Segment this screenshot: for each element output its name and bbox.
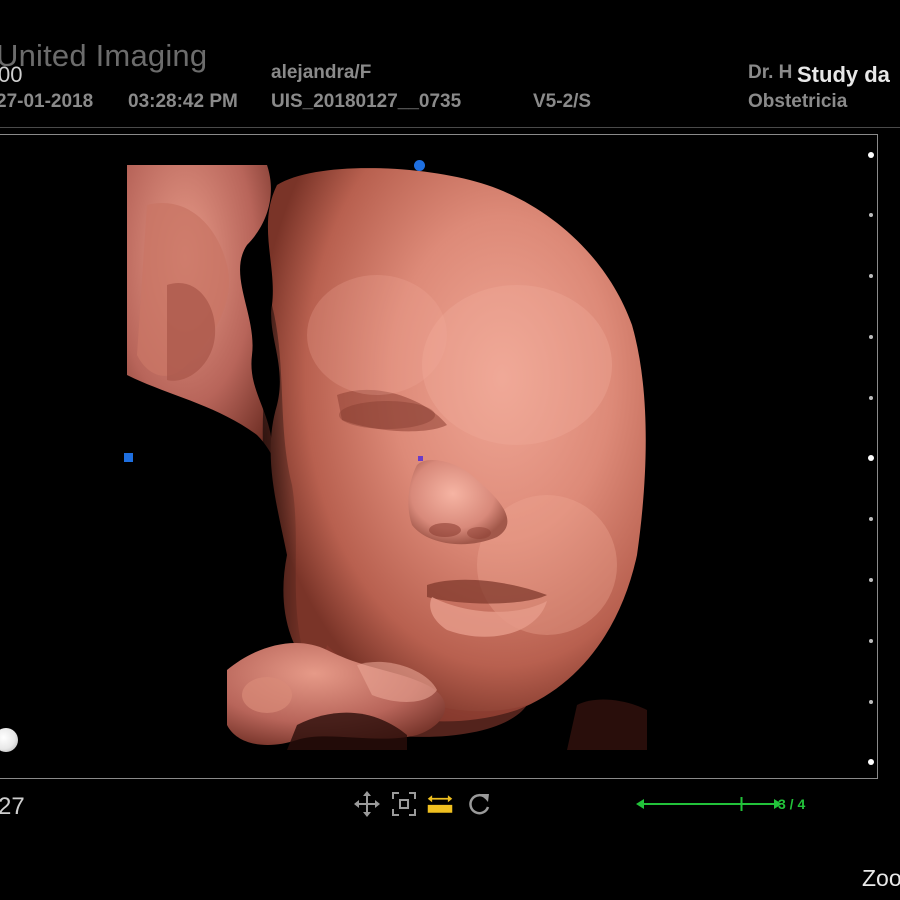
- frame-progress-label: 3 / 4: [778, 796, 806, 812]
- patient-name: alejandra/F: [271, 62, 372, 83]
- rotate-icon: [469, 793, 490, 815]
- scale-dot-middle: [868, 455, 874, 461]
- scale-icon: [427, 795, 453, 813]
- scale-dot-bottom: [868, 759, 874, 765]
- frame-index: 27: [0, 793, 25, 820]
- scale-dot: [869, 639, 873, 643]
- scale-dot: [869, 396, 873, 400]
- rotate-tool-button[interactable]: [465, 790, 493, 818]
- header-divider: [0, 127, 900, 128]
- scale-dot: [869, 578, 873, 582]
- study-id: UIS_20180127__0735: [271, 91, 462, 112]
- doctor-name: Dr. H: [748, 62, 793, 83]
- zoom-label: Zoo: [862, 865, 900, 891]
- center-marker[interactable]: [418, 456, 423, 461]
- brand-logo-text: United Imaging: [0, 38, 208, 73]
- move-icon: [354, 791, 380, 817]
- scale-dot: [869, 213, 873, 217]
- fit-icon: [392, 792, 416, 816]
- move-tool-button[interactable]: [353, 790, 381, 818]
- scale-tool-button[interactable]: [426, 790, 454, 818]
- header-row1-left: 00: [0, 62, 23, 87]
- fit-tool-button[interactable]: [390, 790, 418, 818]
- top-marker[interactable]: [414, 160, 425, 171]
- scale-dot: [869, 274, 873, 278]
- probe-name: V5-2/S: [533, 91, 592, 112]
- scale-dot-top: [868, 152, 874, 158]
- scale-dot: [869, 700, 873, 704]
- scale-dot: [869, 517, 873, 521]
- scale-dot: [869, 335, 873, 339]
- department: Obstetricia: [748, 91, 848, 112]
- study-time: 03:28:42 PM: [128, 91, 238, 112]
- left-marker[interactable]: [124, 453, 133, 462]
- ultrasound-3d-render[interactable]: [127, 165, 647, 750]
- study-date: 27-01-2018: [0, 91, 94, 112]
- study-date-label: Study da: [797, 62, 890, 87]
